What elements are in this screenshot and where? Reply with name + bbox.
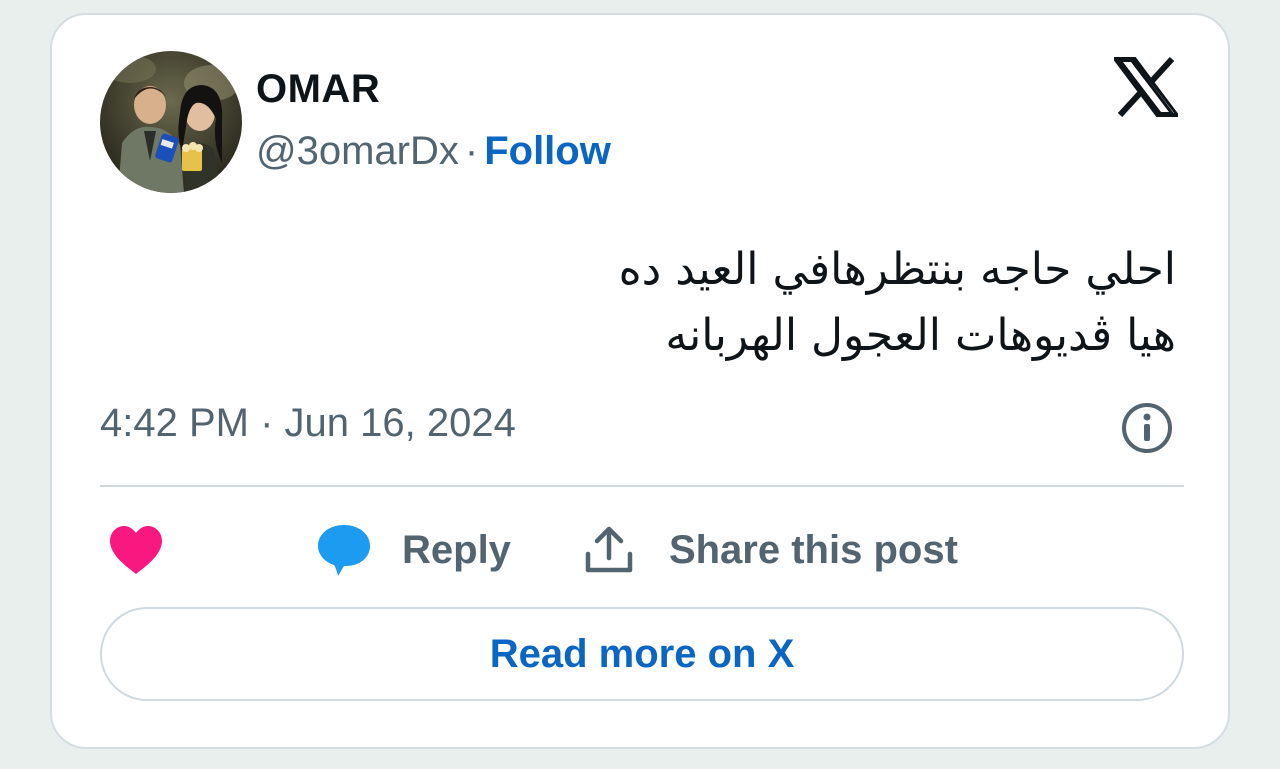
- speech-bubble-icon: [318, 525, 370, 576]
- share-upload-icon: [585, 526, 633, 573]
- read-more-button[interactable]: Read more on X: [100, 607, 1184, 701]
- author-handle[interactable]: @3omarDx: [256, 129, 459, 173]
- divider: [100, 485, 1184, 487]
- info-icon[interactable]: [1120, 401, 1174, 455]
- avatar-image: [100, 51, 242, 193]
- post-text-line: هيا ڤديوهات العجول الهربانه: [665, 310, 1176, 361]
- like-button[interactable]: [108, 524, 164, 576]
- read-more-label: Read more on X: [489, 631, 795, 676]
- share-button[interactable]: Share this post: [511, 524, 958, 576]
- action-bar: Reply Share this post: [108, 520, 958, 580]
- reply-label: Reply: [402, 527, 511, 572]
- avatar[interactable]: [100, 51, 242, 193]
- heart-icon: [110, 526, 162, 574]
- post-timestamp[interactable]: 4:42 PM · Jun 16, 2024: [100, 401, 516, 446]
- embedded-post-card: OMAR @3omarDx · Follow احلي حاجه بنتظرهافي…: [50, 13, 1230, 749]
- author-handle-row: @3omarDx · Follow: [256, 129, 611, 174]
- reply-button[interactable]: Reply: [164, 522, 511, 578]
- post-text-line: احلي حاجه بنتظرهافي العيد ده: [618, 244, 1176, 295]
- follow-button[interactable]: Follow: [484, 129, 611, 173]
- x-logo-icon[interactable]: [1114, 57, 1178, 117]
- author-display-name[interactable]: OMAR: [256, 67, 380, 112]
- separator-dot: ·: [464, 129, 479, 173]
- post-text: احلي حاجه بنتظرهافي العيد ده هيا ڤديوهات…: [276, 237, 1176, 369]
- share-label: Share this post: [668, 527, 958, 572]
